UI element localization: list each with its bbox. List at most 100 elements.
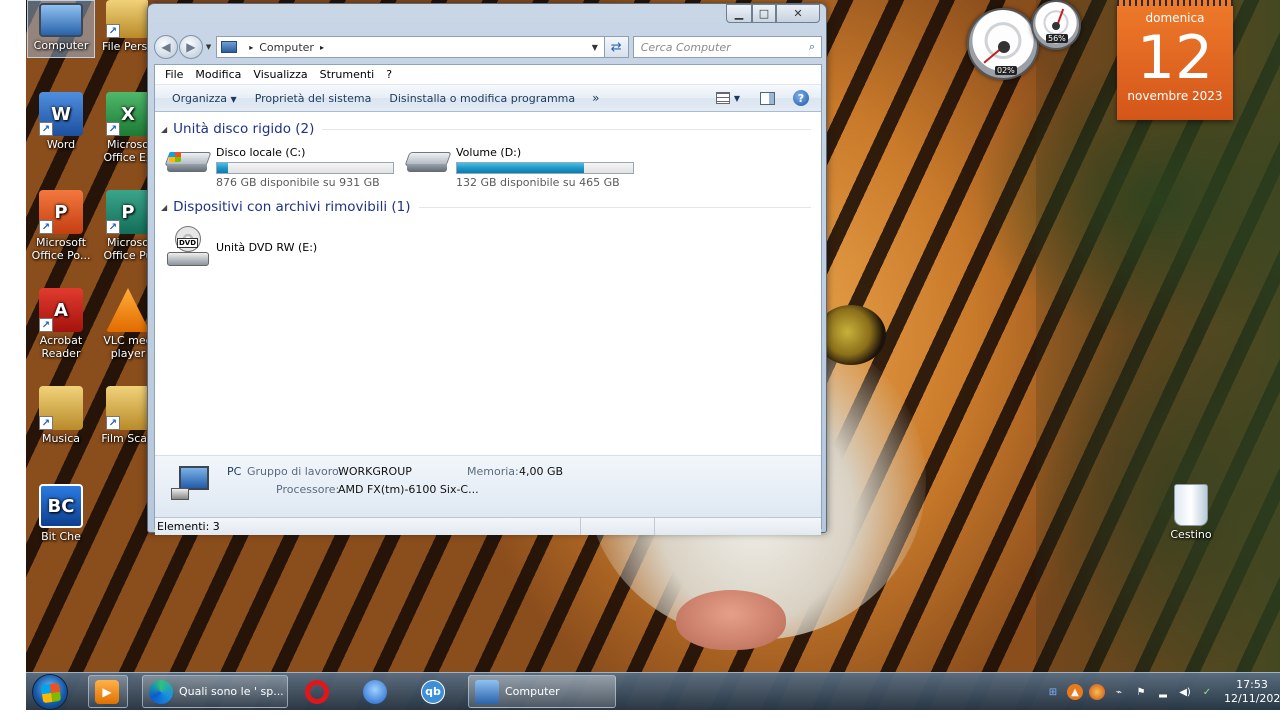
desktop-icon-word[interactable]: W ↗ Word xyxy=(27,92,95,151)
desktop-icon-musica[interactable]: ↗ Musica xyxy=(27,386,95,445)
desktop-icon-powerpoint[interactable]: P ↗ Microsoft Office Po... xyxy=(27,190,95,262)
drive-c-name: Disco locale (C:) xyxy=(216,146,306,159)
thunderbird-icon xyxy=(363,679,387,704)
uninstall-program-button[interactable]: Disinstalla o modifica programma xyxy=(380,92,584,105)
satellite-icon[interactable]: ⌁ xyxy=(1111,684,1127,700)
organize-dropdown-icon: ▼ xyxy=(230,94,237,104)
volume-icon[interactable]: ◀) xyxy=(1177,684,1193,700)
items-view: ◢ Unità disco rigido (2) Disco locale (C… xyxy=(155,112,821,455)
desktop-icon-film[interactable]: ↗ Film Scari xyxy=(96,386,148,445)
cpu-meter-gadget[interactable]: 02% xyxy=(967,8,1039,80)
vlc-cone-icon xyxy=(106,288,148,332)
address-dropdown-icon[interactable]: ▼ xyxy=(586,43,604,52)
desktop-icon-vlc[interactable]: VLC med player xyxy=(96,288,148,360)
status-bar: Elementi: 3 xyxy=(155,517,821,535)
calendar-gadget[interactable]: domenica 12 novembre 2023 xyxy=(1117,0,1233,120)
computer-large-icon xyxy=(171,466,211,500)
back-arrow-icon: ◀ xyxy=(161,40,171,54)
drive-d-name: Volume (D:) xyxy=(456,146,522,159)
safely-remove-icon[interactable]: ✓ xyxy=(1199,684,1215,700)
opera-icon xyxy=(305,679,329,704)
menu-file[interactable]: File xyxy=(159,68,189,81)
action-center-flag-icon[interactable]: ⚑ xyxy=(1133,684,1149,700)
forward-arrow-icon: ▶ xyxy=(186,40,196,54)
collapse-triangle-icon: ◢ xyxy=(161,124,168,134)
drive-dvd[interactable]: DVD Unità DVD RW (E:) xyxy=(165,226,317,268)
cpu-percent: 02% xyxy=(995,66,1017,75)
word-icon: W ↗ xyxy=(39,92,83,136)
collapse-triangle-icon: ◢ xyxy=(161,202,168,212)
address-bar[interactable]: ▸ Computer ▸ ▼ xyxy=(216,36,605,58)
search-input[interactable]: Cerca Computer ⌕ xyxy=(632,36,822,58)
acrobat-icon: A ↗ xyxy=(39,288,83,332)
search-icon[interactable]: ⌕ xyxy=(803,40,821,54)
menu-help[interactable]: ? xyxy=(380,68,398,81)
drive-d[interactable]: Volume (D:) 132 GB disponibile su 465 GB xyxy=(404,146,634,189)
recent-pages-icon[interactable]: ▼ xyxy=(206,43,211,51)
start-button[interactable] xyxy=(32,674,68,710)
taskbar-thunderbird[interactable] xyxy=(356,675,402,708)
clock-date: 12/11/2023 xyxy=(1224,692,1280,705)
taskbar-qbittorrent[interactable]: qb xyxy=(414,675,460,708)
help-icon[interactable]: ? xyxy=(793,90,809,106)
desktop-icon-file-personali[interactable]: ↗ File Perso xyxy=(96,0,148,53)
taskbar-computer-window[interactable]: Computer xyxy=(468,675,616,708)
edge-icon xyxy=(149,679,173,704)
film-folder-icon: ↗ xyxy=(106,386,148,430)
drive-c[interactable]: Disco locale (C:) 876 GB disponibile su … xyxy=(164,146,394,189)
command-bar: Organizza ▼ Proprietà del sistema Disins… xyxy=(155,85,821,112)
preview-pane-icon[interactable] xyxy=(760,91,775,105)
group-hard-drives[interactable]: ◢ Unità disco rigido (2) xyxy=(161,121,811,137)
desktop-icon-recycle-bin[interactable]: Cestino xyxy=(1157,484,1225,541)
taskbar-opera[interactable] xyxy=(298,675,344,708)
desktop-icon-bitche[interactable]: BC Bit Che xyxy=(27,484,95,543)
status-item-count: Elementi: 3 xyxy=(155,518,581,535)
menu-strumenti[interactable]: Strumenti xyxy=(314,68,381,81)
more-commands-button[interactable]: » xyxy=(584,91,607,105)
tiger-nose xyxy=(676,590,786,650)
view-options-icon[interactable] xyxy=(715,92,730,104)
details-cpu: AMD FX(tm)-6100 Six-C... xyxy=(338,483,479,496)
memory-percent: 56% xyxy=(1046,34,1068,43)
taskbar-edge-window[interactable]: Quali sono le ' sp... xyxy=(142,675,288,708)
desktop-icon-publisher[interactable]: P ↗ Microso Office Pu xyxy=(96,190,148,262)
dvd-drive-name: Unità DVD RW (E:) xyxy=(216,240,318,254)
details-pc-name: PC xyxy=(227,465,242,478)
menu-visualizza[interactable]: Visualizza xyxy=(247,68,313,81)
taskbar-media-player[interactable]: ▶ xyxy=(88,675,128,708)
drive-d-free: 132 GB disponibile su 465 GB xyxy=(456,176,620,189)
close-icon: ✕ xyxy=(793,7,803,20)
minimize-icon: ▁ xyxy=(734,7,744,20)
keyboard-layout-icon[interactable]: ⊞ xyxy=(1045,684,1061,700)
system-tray: ⊞ ▲ ⌁ ⚑ ▂ ◀) ✓ 17:53 12/11/2023 xyxy=(1042,673,1280,711)
desktop-icon-computer[interactable]: Computer xyxy=(27,0,95,58)
maximize-button[interactable]: □ xyxy=(752,4,776,23)
refresh-button[interactable]: ⇄ xyxy=(604,36,629,58)
details-workgroup: WORKGROUP xyxy=(338,465,412,478)
explorer-window[interactable]: ▁ □ ✕ ◀ ▶ ▼ ▸ Computer ▸ ▼ ⇄ Cerca Compu… xyxy=(147,3,827,535)
memory-meter-gadget[interactable]: 56% xyxy=(1031,0,1081,50)
powerpoint-icon: P ↗ xyxy=(39,190,83,234)
update-icon[interactable] xyxy=(1089,684,1105,700)
details-pane: PC Gruppo di lavoro: WORKGROUP Memoria: … xyxy=(155,455,821,517)
avast-icon[interactable]: ▲ xyxy=(1067,684,1083,700)
system-properties-button[interactable]: Proprietà del sistema xyxy=(246,92,381,105)
dvd-drive-icon: DVD xyxy=(165,226,211,268)
desktop-icon-acrobat[interactable]: A ↗ Acrobat Reader xyxy=(27,288,95,360)
network-signal-icon[interactable]: ▂ xyxy=(1155,684,1171,700)
minimize-button[interactable]: ▁ xyxy=(726,4,752,23)
navigation-row: ◀ ▶ ▼ ▸ Computer ▸ ▼ ⇄ Cerca Computer ⌕ xyxy=(154,35,822,59)
group-removable[interactable]: ◢ Dispositivi con archivi rimovibili (1) xyxy=(161,199,811,215)
view-dropdown-icon[interactable]: ▼ xyxy=(734,94,740,103)
computer-icon xyxy=(39,3,83,37)
desktop-icon-excel[interactable]: X ↗ Microso Office Ex xyxy=(96,92,148,164)
close-button[interactable]: ✕ xyxy=(776,4,820,23)
organize-button[interactable]: Organizza ▼ xyxy=(163,92,246,105)
breadcrumb-computer[interactable]: Computer xyxy=(259,41,314,54)
taskbar: ▶ Quali sono le ' sp... qb Computer ⊞ ▲ … xyxy=(26,672,1280,710)
menu-modifica[interactable]: Modifica xyxy=(189,68,247,81)
forward-button[interactable]: ▶ xyxy=(178,35,203,59)
desktop-icons-column-2: ↗ File Perso X↗ Microso Office Ex P↗ Mic… xyxy=(96,0,148,560)
system-clock[interactable]: 17:53 12/11/2023 xyxy=(1224,678,1280,706)
back-button[interactable]: ◀ xyxy=(154,35,178,59)
